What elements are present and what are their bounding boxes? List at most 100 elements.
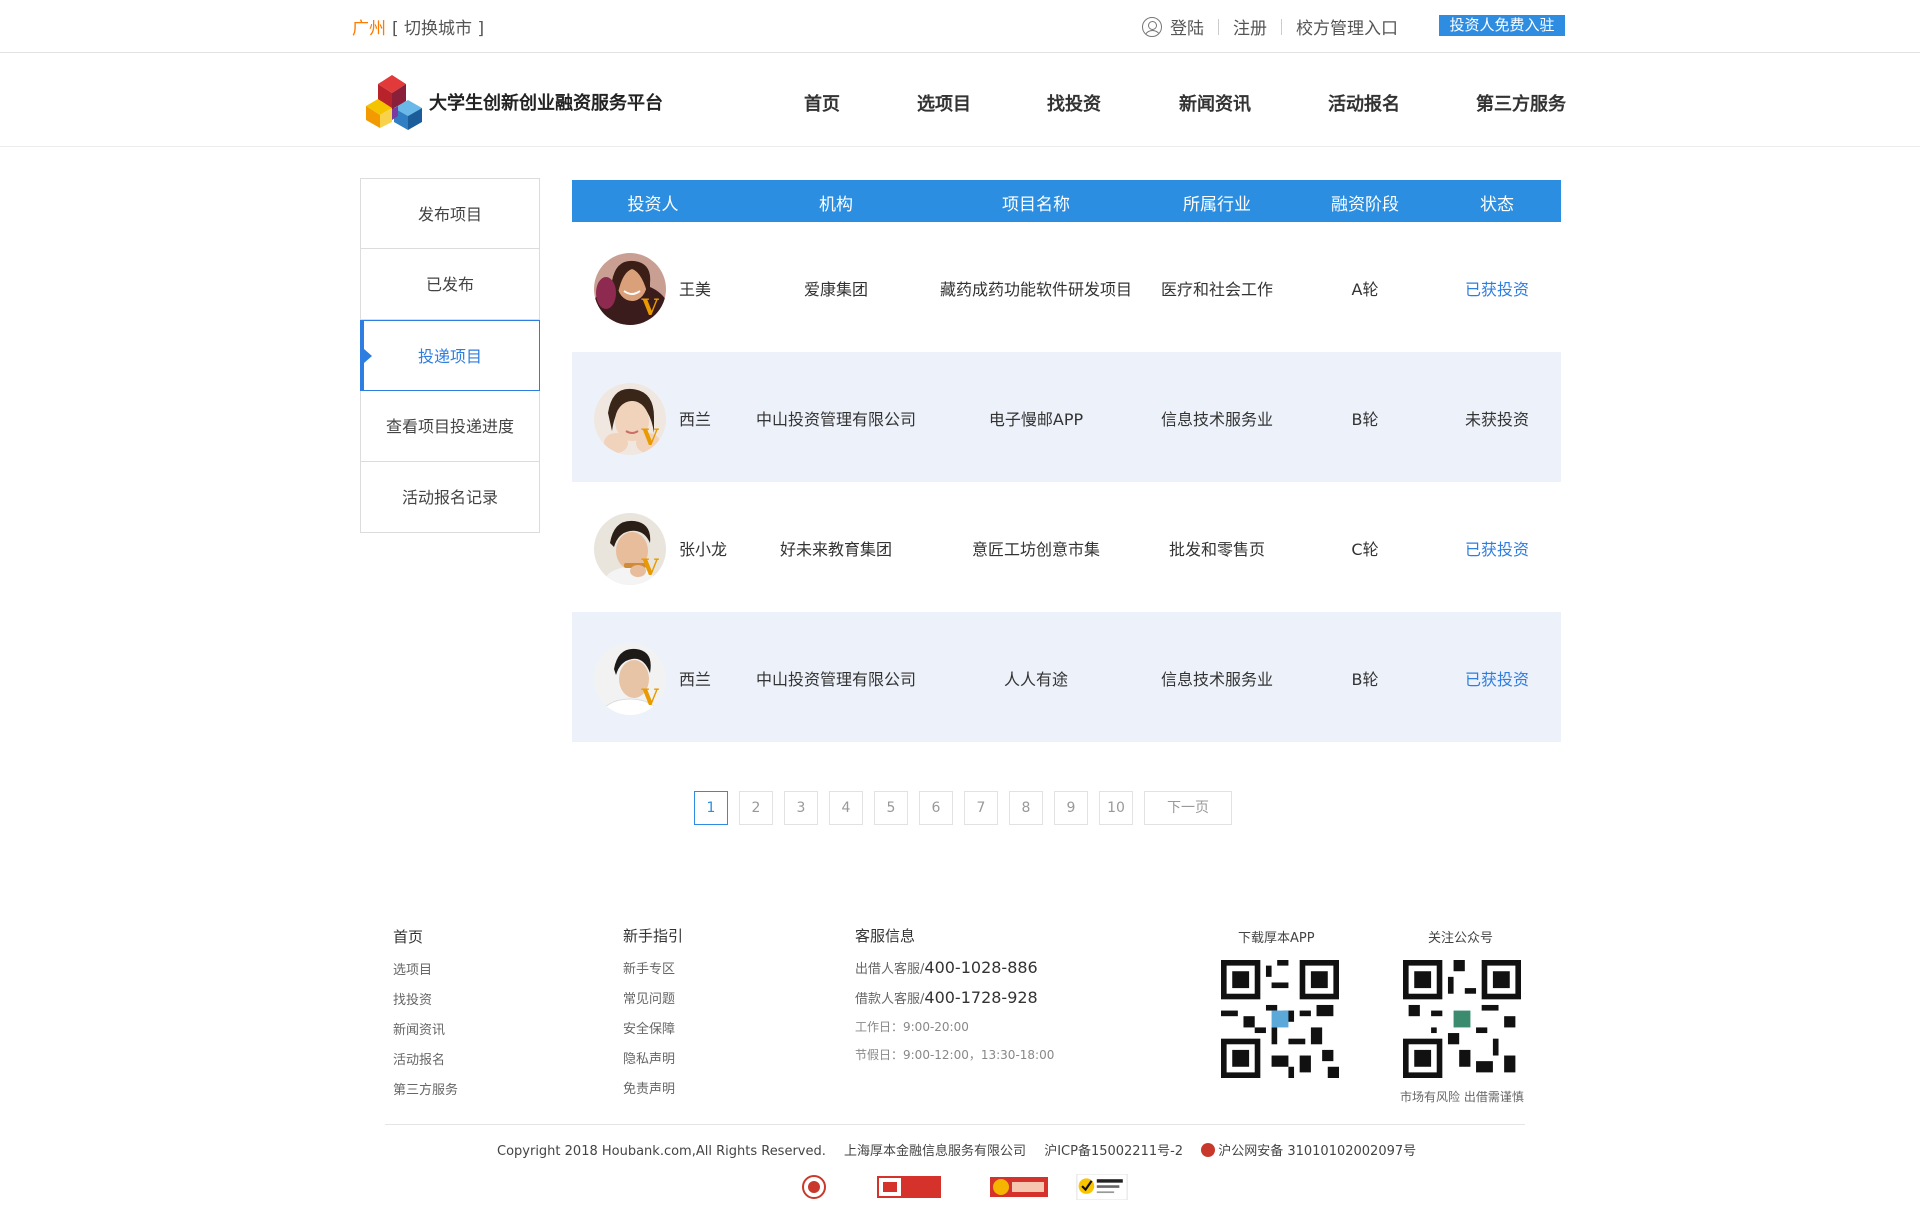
footer-col-service: 客服信息 出借人客服/400-1028-886 借款人客服/400-1728-9… [855,925,1054,1074]
page-3-button[interactable]: 3 [784,791,818,825]
sidebar: 发布项目 已发布 投递项目 查看项目投递进度 活动报名记录 [360,178,540,533]
footer-heading: 新手指引 [623,927,684,945]
page-6-button[interactable]: 6 [919,791,953,825]
divider [1281,18,1282,35]
credit-site-badge-icon[interactable] [877,1174,941,1200]
footer-link[interactable]: 找投资 [393,989,458,1008]
verified-badge: V [641,295,659,321]
investor-name: 王美 [679,280,712,299]
register-link[interactable]: 注册 [1233,14,1267,39]
industry-cell: 医疗和社会工作 [1160,280,1274,299]
lender-hotline: 出借人客服/400-1028-886 [855,958,1038,977]
nav-third-party[interactable]: 第三方服务 [1476,90,1566,116]
nav-news[interactable]: 新闻资讯 [1179,90,1251,116]
copyright-bar: Copyright 2018 Houbank.com,All Rights Re… [497,1140,1430,1159]
project-cell[interactable]: 电子慢邮APP [989,406,1083,430]
col-stage: 融资阶段 [1331,195,1399,215]
nav-events[interactable]: 活动报名 [1328,90,1400,116]
page-1-button[interactable]: 1 [694,791,728,825]
footer-link-home[interactable]: 首页 [393,926,458,947]
footer-link[interactable]: 常见问题 [623,988,683,1007]
footer-link[interactable]: 新闻资讯 [393,1019,458,1038]
top-bar: 广州 [ 切换城市 ] 登陆 注册 校方管理入口 投资人免费入驻 [0,0,1920,53]
switch-city-link[interactable]: [ 切换城市 ] [392,19,484,39]
risk-note: 市场有风险 出借需谨慎 [1400,1090,1524,1104]
verified-site-badge-icon[interactable] [990,1174,1048,1200]
investor-join-button[interactable]: 投资人免费入驻 [1439,15,1565,36]
sidebar-item-event-records[interactable]: 活动报名记录 [360,462,540,533]
trust-seal-icon[interactable] [801,1174,827,1200]
table-row[interactable]: V 王美 爱康集团 藏药成药功能软件研发项目 医疗和社会工作 A轮 已获投资 [572,222,1561,352]
col-project: 项目名称 [1002,195,1070,215]
page-8-button[interactable]: 8 [1009,791,1043,825]
page-10-button[interactable]: 10 [1099,791,1133,825]
col-industry: 所属行业 [1183,195,1251,215]
nav-find-investment[interactable]: 找投资 [1047,90,1101,116]
workday-hours: 工作日：9:00-20:00 [855,1020,969,1034]
nav-projects[interactable]: 选项目 [917,90,971,116]
footer-link[interactable]: 隐私声明 [623,1048,683,1067]
org-cell: 中山投资管理有限公司 [755,410,917,429]
logo[interactable] [364,70,426,132]
page-7-button[interactable]: 7 [964,791,998,825]
verified-badge: V [641,555,659,581]
login-link[interactable]: 登陆 [1170,14,1204,39]
org-cell: 好未来教育集团 [779,540,893,559]
verified-badge: V [641,685,659,711]
city-selector[interactable]: 广州 [ 切换城市 ] [352,14,484,39]
col-org: 机构 [819,195,853,215]
sidebar-item-progress[interactable]: 查看项目投递进度 [360,391,540,462]
pagination: 1 2 3 4 5 6 7 8 9 10 下一页 [694,791,1243,825]
nav-home[interactable]: 首页 [804,90,840,116]
footer-link[interactable]: 免责声明 [623,1078,683,1097]
sidebar-item-published[interactable]: 已发布 [360,249,540,320]
table-row[interactable]: V 西兰 中山投资管理有限公司 电子慢邮APP 信息技术服务业 B轮 未获投资 [572,352,1561,482]
footer-col-home: 首页 选项目 找投资 新闻资讯 活动报名 第三方服务 [393,926,458,1109]
app-qr-code-icon [1221,960,1339,1078]
page-2-button[interactable]: 2 [739,791,773,825]
footer-link[interactable]: 新手专区 [623,958,683,977]
org-cell: 爱康集团 [803,280,869,299]
police-badge-icon [1201,1143,1216,1157]
footer-link[interactable]: 第三方服务 [393,1079,458,1098]
project-cell[interactable]: 意匠工坊创意市集 [972,536,1100,560]
page-9-button[interactable]: 9 [1054,791,1088,825]
top-links: 登陆 注册 校方管理入口 [1142,14,1398,39]
sidebar-item-publish[interactable]: 发布项目 [360,178,540,249]
icp-record[interactable]: 沪ICP备15002211号-2 [1044,1144,1183,1159]
project-cell[interactable]: 人人有途 [1004,666,1068,690]
police-record[interactable]: 沪公网安备 31010102002097号 [1218,1144,1416,1159]
main-header: 大学生创新创业融资服务平台 首页 选项目 找投资 新闻资讯 活动报名 第三方服务 [0,54,1920,147]
project-cell[interactable]: 藏药成药功能软件研发项目 [940,276,1132,300]
divider [1218,18,1219,35]
table-row[interactable]: V 张小龙 好未来教育集团 意匠工坊创意市集 批发和零售页 C轮 已获投资 [572,482,1561,612]
status-cell: 已获投资 [1464,670,1530,689]
wechat-qr-code-icon [1403,960,1521,1078]
footer-link[interactable]: 安全保障 [623,1018,683,1037]
investor-name: 西兰 [679,410,712,429]
borrower-hotline: 借款人客服/400-1728-928 [855,988,1038,1007]
investor-name: 西兰 [679,670,712,689]
stage-cell: B轮 [1351,670,1379,689]
footer-link[interactable]: 活动报名 [393,1049,458,1068]
app-qr-label: 下载厚本APP [1238,931,1315,946]
col-investor: 投资人 [627,195,679,215]
col-status: 状态 [1480,195,1514,215]
page-5-button[interactable]: 5 [874,791,908,825]
footer-link[interactable]: 选项目 [393,959,458,978]
user-icon [1142,16,1162,37]
next-page-button[interactable]: 下一页 [1144,791,1232,825]
wechat-qr-label: 关注公众号 [1428,931,1494,946]
company-name: 上海厚本金融信息服务有限公司 [844,1144,1027,1159]
verified-badge: V [641,425,659,451]
norton-secured-badge-icon[interactable] [1073,1174,1131,1200]
school-entry-link[interactable]: 校方管理入口 [1296,14,1398,39]
footer-col-guide: 新手指引 新手专区 常见问题 安全保障 隐私声明 免责声明 [623,925,683,1108]
industry-cell: 信息技术服务业 [1160,410,1274,429]
sidebar-item-submit-project[interactable]: 投递项目 [360,320,540,391]
table-row[interactable]: V 西兰 中山投资管理有限公司 人人有途 信息技术服务业 B轮 已获投资 [572,612,1561,742]
investor-name: 张小龙 [679,540,728,559]
page-4-button[interactable]: 4 [829,791,863,825]
status-cell: 未获投资 [1464,410,1530,429]
holiday-hours: 节假日：9:00-12:00，13:30-18:00 [855,1048,1055,1062]
